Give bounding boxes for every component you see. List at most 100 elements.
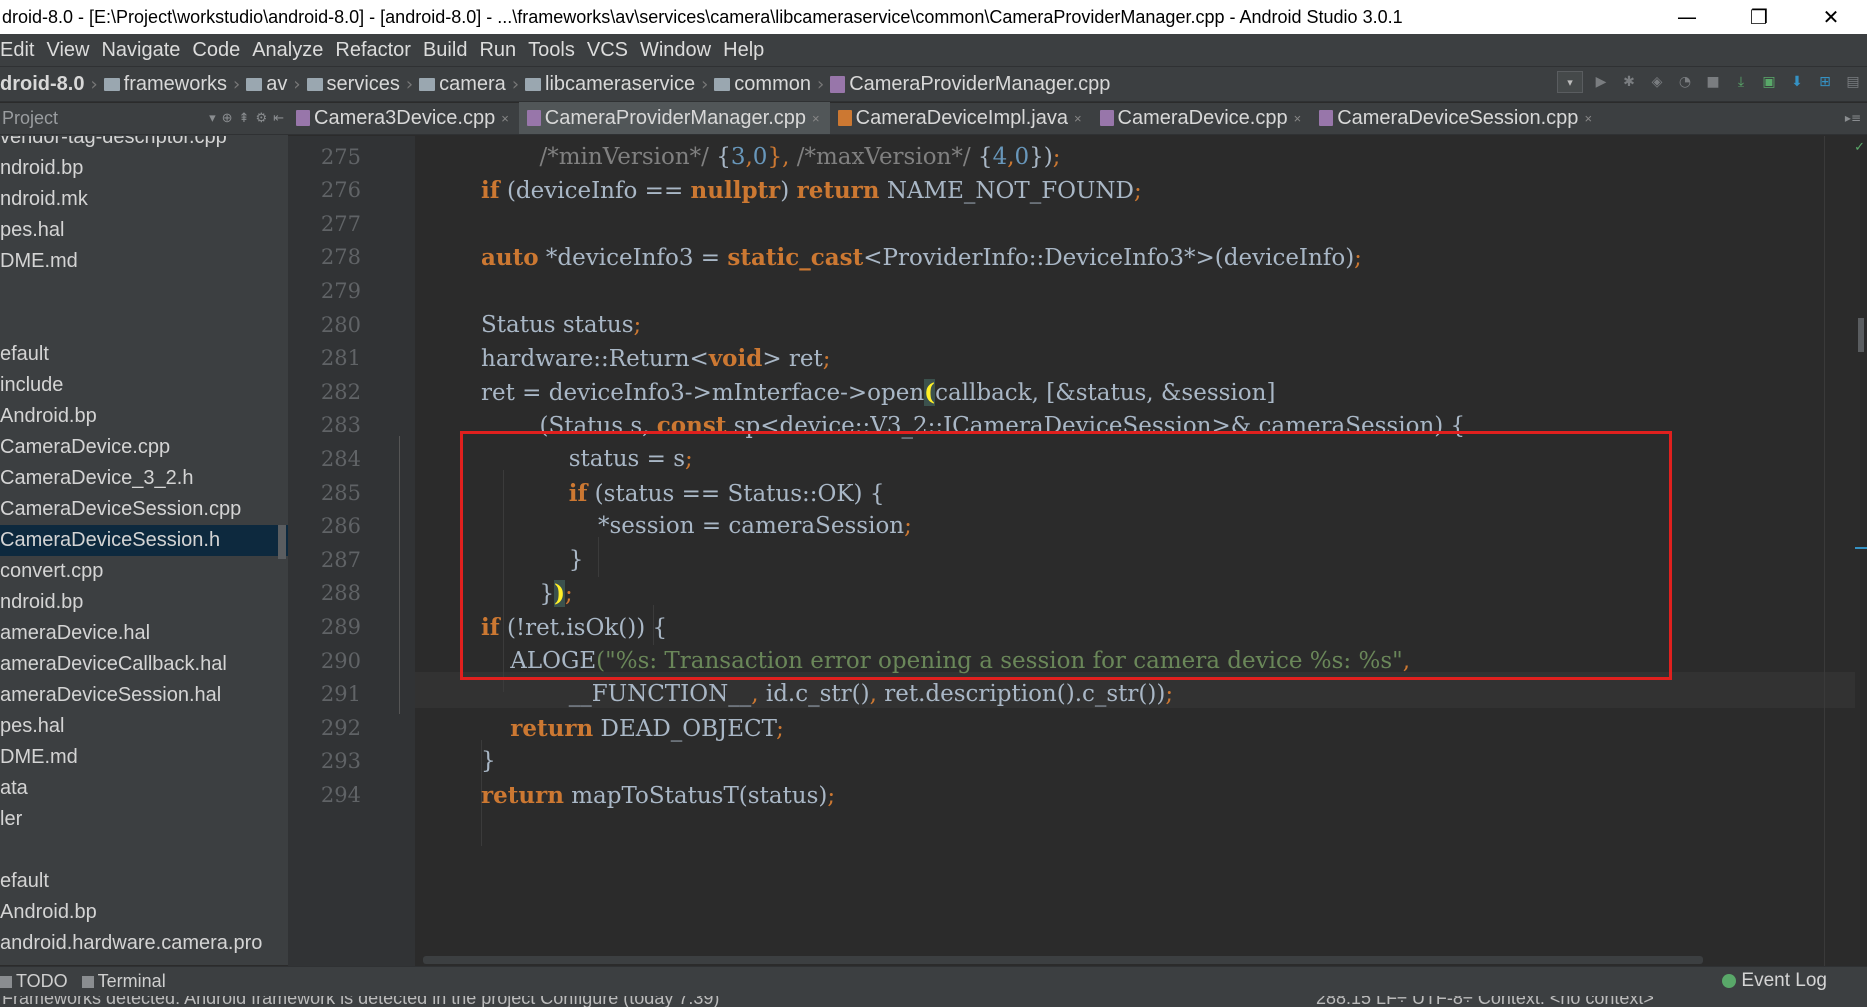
inspection-ok-icon[interactable]: ✓ — [1854, 140, 1865, 155]
debug-icon[interactable]: ✱ — [1619, 71, 1639, 93]
tree-item[interactable]: convert.cpp — [0, 556, 288, 587]
menu-build[interactable]: Build — [423, 39, 473, 62]
profile-icon[interactable]: ◔ — [1675, 71, 1695, 93]
avd-manager-icon[interactable]: ▣ — [1759, 71, 1779, 93]
code-line[interactable]: Status status; — [481, 312, 641, 338]
tree-item[interactable]: CameraDeviceSession.cpp — [0, 494, 288, 525]
tree-item[interactable]: CameraDevice_3_2.h — [0, 463, 288, 494]
breadcrumb-root[interactable]: droid-8.0 — [0, 73, 84, 96]
tree-item[interactable] — [0, 308, 288, 339]
minimize-button[interactable]: — — [1651, 0, 1723, 34]
tree-item[interactable]: ndroid.bp — [0, 153, 288, 184]
editor-tab[interactable]: CameraDeviceImpl.java × — [830, 102, 1092, 134]
editor-horizontal-scrollbar[interactable] — [423, 956, 1703, 964]
breadcrumb-file[interactable]: CameraProviderManager.cpp — [830, 73, 1110, 96]
tree-item[interactable]: pes.hal — [0, 711, 288, 742]
tab-close-icon[interactable]: × — [1584, 111, 1592, 126]
tree-item[interactable]: pes.hal — [0, 215, 288, 246]
tree-item[interactable]: ameraDevice.hal — [0, 618, 288, 649]
editor-scrollbar[interactable] — [1855, 136, 1867, 966]
project-panel-title[interactable]: Project — [0, 108, 58, 129]
status-info[interactable]: 288:15 LF÷ UTF-8÷ Context: <no context> — [1316, 996, 1654, 1007]
run-config-dropdown[interactable]: ▾ — [1557, 71, 1583, 93]
tab-close-icon[interactable]: × — [501, 111, 509, 126]
breadcrumb-folder[interactable]: frameworks — [103, 73, 227, 96]
tree-item[interactable]: Android.bp — [0, 897, 288, 928]
tool-window-terminal[interactable]: Terminal — [81, 971, 166, 992]
tree-item[interactable]: vendor-tag-descriptor.cpp — [0, 136, 288, 153]
editor-tab[interactable]: CameraDeviceSession.cpp × — [1311, 102, 1602, 134]
code-line[interactable]: auto deviceInfo = findDeviceInfoLocked(i… — [481, 136, 994, 137]
menu-edit[interactable]: Edit — [0, 39, 40, 62]
tab-close-icon[interactable]: × — [812, 111, 820, 126]
stop-icon[interactable]: ■ — [1703, 71, 1723, 93]
menu-window[interactable]: Window — [640, 39, 717, 62]
menu-code[interactable]: Code — [192, 39, 246, 62]
close-button[interactable]: ✕ — [1795, 0, 1867, 34]
project-structure-icon[interactable]: ⊞ — [1815, 71, 1835, 93]
menu-refactor[interactable]: Refactor — [335, 39, 417, 62]
dropdown-icon[interactable]: ▾ — [209, 110, 216, 126]
tree-item[interactable]: efault — [0, 339, 288, 370]
code-line[interactable]: ret = deviceInfo3->mInterface->open(call… — [481, 378, 1275, 406]
tool-window-todo[interactable]: TODO — [0, 971, 68, 992]
code-line[interactable]: return DEAD_OBJECT; — [481, 715, 784, 742]
code-line[interactable]: auto *deviceInfo3 = static_cast<Provider… — [481, 244, 1362, 271]
hide-icon[interactable]: ⇤ — [273, 110, 284, 126]
breadcrumb-folder[interactable]: services — [306, 73, 400, 96]
code-line[interactable]: /*minVersion*/ {3,0}, /*maxVersion*/ {4,… — [481, 144, 1060, 170]
tree-item[interactable]: Android.bp — [0, 401, 288, 432]
tree-item[interactable]: CameraDeviceSession.h — [0, 525, 288, 556]
tree-item[interactable]: CameraDevice.cpp — [0, 432, 288, 463]
locate-icon[interactable]: ⊕ — [222, 110, 233, 126]
status-message[interactable]: Frameworks detected: Android framework i… — [2, 996, 719, 1007]
menu-help[interactable]: Help — [723, 39, 770, 62]
menu-run[interactable]: Run — [479, 39, 522, 62]
tree-item[interactable]: ndroid.bp — [0, 587, 288, 618]
tree-item[interactable] — [0, 277, 288, 308]
code-editor[interactable]: 2742752762772782792802812822832842852862… — [288, 136, 1867, 966]
breadcrumb-folder[interactable]: libcameraservice — [525, 73, 695, 96]
editor-tab[interactable]: CameraProviderManager.cpp × — [518, 102, 830, 134]
code-line[interactable]: hardware::Return<void> ret; — [481, 345, 831, 372]
breadcrumb-folder[interactable]: camera — [419, 73, 506, 96]
code-line[interactable]: if (deviceInfo == nullptr) return NAME_N… — [481, 177, 1142, 204]
sdk-manager-icon[interactable]: ⬇ — [1787, 71, 1807, 93]
code-line[interactable]: return mapToStatusT(status); — [481, 782, 835, 809]
tree-item[interactable]: ler — [0, 804, 288, 835]
menu-vcs[interactable]: VCS — [587, 39, 634, 62]
project-scrollbar[interactable] — [278, 525, 286, 559]
editor-tab[interactable]: CameraDevice.cpp × — [1092, 102, 1312, 134]
menu-tools[interactable]: Tools — [528, 39, 581, 62]
menu-navigate[interactable]: Navigate — [101, 39, 186, 62]
breadcrumb-folder[interactable]: av — [246, 73, 287, 96]
editor-scroll-thumb[interactable] — [1858, 318, 1864, 352]
code-line[interactable]: } — [481, 748, 496, 774]
breadcrumb-folder[interactable]: common — [714, 73, 811, 96]
tree-item[interactable]: ameraDeviceSession.hal — [0, 680, 288, 711]
tree-item[interactable]: ata — [0, 773, 288, 804]
tabs-overflow-icon[interactable]: ▸≡ — [1845, 111, 1861, 125]
tab-close-icon[interactable]: × — [1294, 111, 1302, 126]
gradle-sync-icon[interactable]: ⤓ — [1731, 71, 1751, 93]
tree-item[interactable]: include — [0, 370, 288, 401]
code-line[interactable]: __FUNCTION__, id.c_str(), ret.descriptio… — [481, 681, 1173, 707]
collapse-icon[interactable]: ⇞ — [239, 110, 250, 126]
maximize-button[interactable]: ❐ — [1723, 0, 1795, 34]
tree-item[interactable]: android.hardware.camera.pro — [0, 928, 288, 959]
tab-close-icon[interactable]: × — [1074, 111, 1082, 126]
editor-tab[interactable]: Camera3Device.cpp × — [288, 102, 519, 134]
menu-analyze[interactable]: Analyze — [252, 39, 329, 62]
event-log-button[interactable]: Event Log — [1722, 970, 1827, 992]
tree-item[interactable]: efault — [0, 866, 288, 897]
tree-item[interactable]: DME.md — [0, 246, 288, 277]
tree-item[interactable]: ameraDeviceCallback.hal — [0, 649, 288, 680]
settings-icon[interactable]: ⚙ — [255, 110, 267, 126]
tree-item[interactable]: ndroid.mk — [0, 184, 288, 215]
tree-item[interactable]: DME.md — [0, 742, 288, 773]
run-icon[interactable]: ▶ — [1591, 71, 1611, 93]
menu-view[interactable]: View — [46, 39, 95, 62]
device-monitor-icon[interactable]: ▤ — [1843, 71, 1863, 93]
tree-item[interactable] — [0, 835, 288, 866]
coverage-icon[interactable]: ◈ — [1647, 71, 1667, 93]
